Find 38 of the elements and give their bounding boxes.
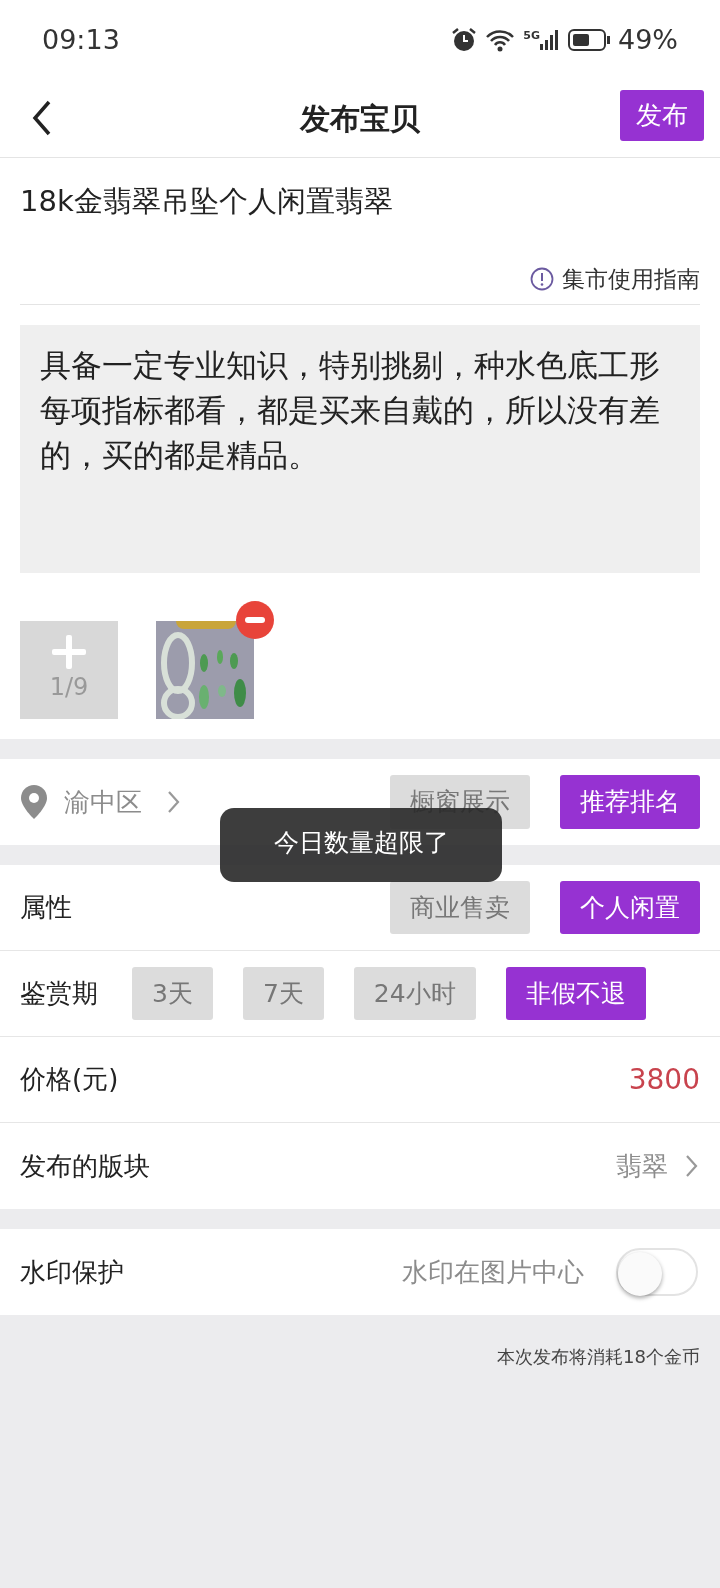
- row-label: 发布的版块: [20, 1149, 150, 1183]
- info-icon: [530, 266, 554, 291]
- option-button[interactable]: 3天: [132, 966, 213, 1021]
- alarm-icon: [451, 27, 478, 53]
- plus-icon: [52, 635, 86, 669]
- chevron-icon: [166, 789, 182, 815]
- option-button[interactable]: 推荐排名: [560, 775, 700, 829]
- watermark-hint: 水印在图片中心: [402, 1255, 584, 1289]
- battery-level: 49%: [618, 22, 678, 57]
- remove-icon[interactable]: [236, 601, 274, 639]
- price-value: 3800: [628, 1061, 700, 1098]
- add-photo-button[interactable]: 1/9: [20, 621, 118, 719]
- board-link[interactable]: 翡翠: [616, 1146, 700, 1186]
- location-link[interactable]: 渝中区: [20, 782, 182, 822]
- chevron-icon: [684, 1153, 700, 1179]
- publish-button[interactable]: 发布: [620, 90, 704, 141]
- option-button[interactable]: 24小时: [353, 966, 476, 1021]
- cost-note: 本次发布将消耗18个金币: [497, 1346, 700, 1367]
- back-icon[interactable]: [32, 100, 52, 136]
- guide-link[interactable]: 集市使用指南: [530, 261, 700, 296]
- option-button[interactable]: 7天: [242, 966, 324, 1021]
- option-button[interactable]: 个人闲置: [560, 880, 700, 935]
- option-button[interactable]: 非假不退: [505, 966, 646, 1021]
- network-label: 5G: [523, 28, 540, 44]
- clock: 09:13: [42, 22, 120, 57]
- option-button[interactable]: 商业售卖: [390, 880, 530, 935]
- page-title: 发布宝贝: [300, 100, 420, 138]
- row-label: 属性: [20, 891, 72, 924]
- toggle-switch[interactable]: [616, 1248, 698, 1296]
- row-label: 水印保护: [20, 1255, 124, 1289]
- wifi-icon: [485, 28, 516, 52]
- location-pin-icon: [20, 784, 48, 820]
- description-field[interactable]: 具备一定专业知识，特别挑剔，种水色底工形每项指标都看，都是买来自戴的，所以没有差的，买的都是精品。: [20, 325, 700, 573]
- photo-counter: 1/9: [49, 672, 89, 703]
- signal-icon: [540, 28, 560, 52]
- row-label: 鉴赏期: [20, 977, 98, 1010]
- battery-icon: [568, 28, 610, 52]
- row-label: 价格(元): [20, 1063, 119, 1096]
